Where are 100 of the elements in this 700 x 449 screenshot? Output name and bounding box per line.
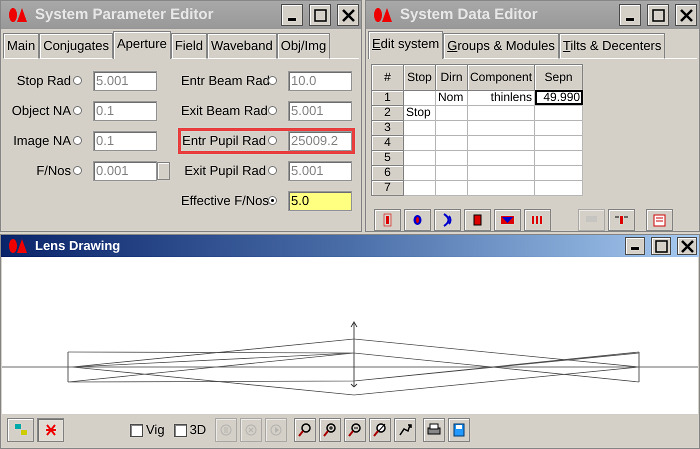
tab[interactable]: Groups & Modules	[443, 33, 559, 58]
cross-marker-button[interactable]	[37, 418, 64, 442]
maximize-button[interactable]	[309, 4, 331, 26]
radio-button[interactable]	[268, 76, 277, 85]
row-header[interactable]: 3	[372, 120, 404, 135]
checkbox-label: 3D	[190, 421, 206, 440]
block-button[interactable]	[464, 208, 491, 230]
close-button[interactable]	[675, 4, 697, 26]
column-header[interactable]: Component	[468, 64, 535, 90]
form-button[interactable]	[646, 208, 673, 230]
table-cell[interactable]	[468, 105, 535, 120]
radio-button[interactable]	[268, 166, 277, 175]
radio-button[interactable]	[73, 136, 82, 145]
radio-button[interactable]	[73, 166, 82, 175]
row-header[interactable]: 7	[372, 180, 404, 195]
component-button[interactable]	[608, 208, 635, 230]
tab[interactable]: Waveband	[207, 33, 277, 58]
field-button[interactable]	[157, 162, 170, 180]
minimize-button[interactable]	[619, 4, 641, 26]
table-cell[interactable]	[404, 120, 436, 135]
maximize-button[interactable]	[651, 237, 671, 255]
row-header[interactable]: 5	[372, 150, 404, 165]
minimize-button[interactable]	[281, 4, 303, 26]
table-cell[interactable]	[534, 105, 583, 120]
table-cell[interactable]	[404, 165, 436, 180]
row-header[interactable]: 2	[372, 105, 404, 120]
save-button[interactable]	[448, 418, 470, 442]
minimize-button[interactable]	[625, 237, 645, 255]
table-cell[interactable]	[534, 135, 583, 150]
table-cell[interactable]	[404, 150, 436, 165]
table-cell[interactable]	[468, 180, 535, 195]
zoom-out-button[interactable]	[344, 418, 366, 442]
row-header[interactable]: 6	[372, 165, 404, 180]
table-cell[interactable]	[468, 165, 535, 180]
input-field[interactable]: 5.001	[288, 100, 352, 120]
tab[interactable]: Edit system	[368, 31, 444, 58]
prism-button[interactable]	[494, 208, 521, 230]
tab[interactable]: Obj/Img	[276, 33, 330, 58]
input-field[interactable]: 0.001	[93, 160, 157, 180]
checkbox[interactable]	[130, 424, 143, 436]
table-cell[interactable]	[468, 150, 535, 165]
layers-button[interactable]	[7, 418, 34, 442]
table-cell[interactable]	[436, 120, 468, 135]
input-field[interactable]: 0.1	[93, 130, 157, 150]
field-label: F/Nos	[35, 162, 71, 180]
app-logo-icon	[7, 7, 29, 23]
table-cell[interactable]	[436, 165, 468, 180]
print-button[interactable]	[423, 418, 446, 442]
tab[interactable]: Aperture	[112, 31, 171, 58]
window-title: System Parameter Editor	[35, 4, 214, 25]
pan-button[interactable]	[394, 418, 416, 442]
mirror-button[interactable]	[434, 208, 461, 230]
table-cell[interactable]	[534, 180, 583, 195]
tab[interactable]: Tilts & Decenters	[558, 33, 666, 58]
input-field[interactable]: 5.001	[288, 160, 352, 180]
lens-button[interactable]	[404, 208, 431, 230]
zoom-button[interactable]	[294, 418, 316, 442]
radio-button[interactable]	[73, 106, 82, 115]
table-cell[interactable]	[534, 165, 583, 180]
table-cell[interactable]: Stop	[404, 105, 436, 120]
row-header[interactable]: 1	[372, 90, 404, 105]
table-cell[interactable]	[436, 180, 468, 195]
table-cell[interactable]	[534, 150, 583, 165]
radio-button[interactable]	[268, 136, 277, 145]
input-field[interactable]: 25009.2	[288, 130, 352, 150]
row-header[interactable]: 4	[372, 135, 404, 150]
table-cell[interactable]: 49.990	[534, 90, 583, 105]
table-cell[interactable]	[404, 90, 436, 105]
zoom-in-button[interactable]	[319, 418, 342, 442]
table-cell[interactable]: Nom	[436, 90, 468, 105]
input-field[interactable]: 0.1	[93, 100, 157, 120]
tab[interactable]: Field	[170, 33, 208, 58]
maximize-button[interactable]	[647, 4, 669, 26]
column-header[interactable]: Sepn	[534, 64, 583, 90]
tab[interactable]: Main	[3, 33, 40, 58]
radio-button[interactable]	[268, 196, 277, 205]
thin-lens-button[interactable]	[374, 208, 401, 230]
column-header[interactable]: Stop	[404, 64, 436, 90]
table-cell[interactable]	[436, 150, 468, 165]
table-cell[interactable]	[436, 135, 468, 150]
input-field[interactable]: 5.0	[288, 190, 352, 210]
table-cell[interactable]	[404, 135, 436, 150]
tab[interactable]: Conjugates	[39, 33, 113, 58]
column-header[interactable]: Dirn	[436, 64, 468, 90]
table-cell[interactable]	[468, 135, 535, 150]
close-button[interactable]	[337, 4, 359, 26]
radio-button[interactable]	[73, 76, 82, 85]
table-cell[interactable]	[534, 120, 583, 135]
table-cell[interactable]: thinlens	[468, 90, 535, 105]
zoom-fit-button[interactable]	[369, 418, 392, 442]
radio-button[interactable]	[268, 106, 277, 115]
column-header[interactable]: #	[372, 64, 404, 90]
table-cell[interactable]	[436, 105, 468, 120]
break-button[interactable]	[524, 208, 551, 230]
input-field[interactable]: 5.001	[93, 70, 157, 90]
table-cell[interactable]	[404, 180, 436, 195]
checkbox[interactable]	[174, 424, 187, 436]
close-button[interactable]	[677, 237, 697, 255]
input-field[interactable]: 10.0	[288, 70, 352, 90]
table-cell[interactable]	[468, 120, 535, 135]
